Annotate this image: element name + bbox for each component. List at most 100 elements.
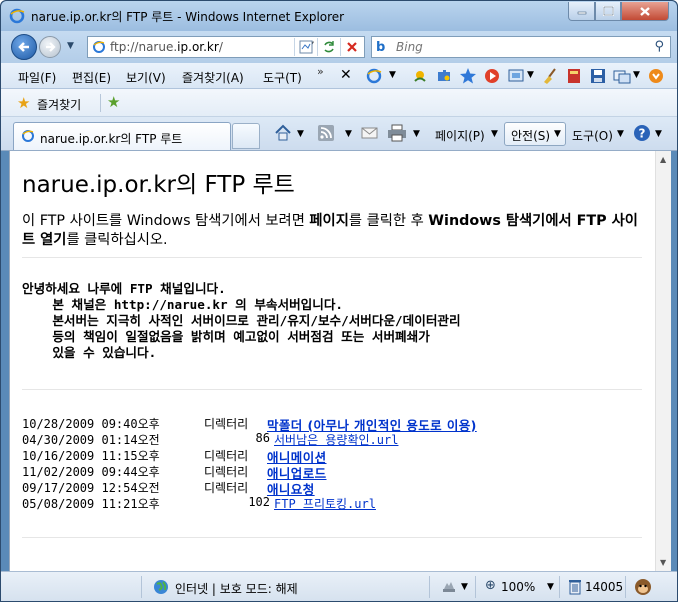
menu-favorites[interactable]: 즐겨찾기(A) <box>182 69 244 86</box>
screenshot-dropdown-icon[interactable]: ▼ <box>527 70 534 80</box>
home-dropdown-icon[interactable]: ▼ <box>297 129 304 139</box>
help-icon[interactable]: ? <box>633 124 651 142</box>
print-dropdown-icon[interactable]: ▼ <box>413 129 420 139</box>
scroll-down-icon[interactable]: ▼ <box>660 558 666 567</box>
menu-file[interactable]: 파일(F) <box>18 69 56 86</box>
book-icon[interactable] <box>565 67 583 85</box>
trash-icon[interactable] <box>567 578 583 596</box>
forward-button[interactable] <box>39 36 61 58</box>
window-layout-icon[interactable] <box>613 67 631 85</box>
close-icon <box>640 6 650 16</box>
options-circle-icon[interactable] <box>647 67 665 85</box>
mail-icon[interactable] <box>361 125 379 141</box>
minimize-button[interactable] <box>568 2 595 21</box>
search-input[interactable] <box>396 39 636 55</box>
divider <box>559 576 560 598</box>
home-icon[interactable] <box>273 123 293 143</box>
favorites-bar: ★ 즐겨찾기 ★ <box>1 89 677 117</box>
zoom-dropdown-icon[interactable]: ▼ <box>547 582 554 592</box>
compat-view-icon <box>299 40 312 54</box>
ie-window: narue.ip.or.kr의 FTP 루트 - Windows Interne… <box>0 0 678 602</box>
title-bar: narue.ip.or.kr의 FTP 루트 - Windows Interne… <box>1 1 677 31</box>
intro-text: 이 FTP 사이트를 Windows 탐색기에서 보려면 페이지를 클릭한 후 … <box>22 212 647 250</box>
menu-view[interactable]: 보기(V) <box>126 69 166 86</box>
print-icon[interactable] <box>387 124 407 142</box>
scroll-up-icon[interactable]: ▲ <box>660 155 666 164</box>
globe-icon <box>154 580 168 594</box>
tools-dropdown-icon[interactable]: ▼ <box>617 129 624 139</box>
menu-tools[interactable]: 도구(T) <box>263 69 302 86</box>
security-zone[interactable]: 인터넷 | 보호 모드: 해제 <box>175 580 298 597</box>
tools-menu[interactable]: 도구(O) <box>572 127 613 144</box>
file-size: 102 <box>248 495 270 509</box>
broom-icon[interactable] <box>541 67 559 85</box>
star-icon[interactable] <box>459 67 477 85</box>
add-favorite-icon[interactable]: ★ <box>107 93 120 111</box>
refresh-icon <box>323 41 334 53</box>
window-title: narue.ip.or.kr의 FTP 루트 - Windows Interne… <box>31 10 345 24</box>
ie-addon-icon[interactable] <box>365 67 383 85</box>
file-date: 09/17/2009 12:54오전 <box>22 481 160 495</box>
tab-active[interactable]: narue.ip.or.kr의 FTP 루트 <box>13 122 231 150</box>
popup-dropdown-icon[interactable]: ▼ <box>461 582 468 592</box>
feed-dropdown-icon[interactable]: ▼ <box>345 129 352 139</box>
address-row: ▼ ftp://narue.ip.or.kr/ ▼ b ⚲ <box>1 31 677 63</box>
divider <box>22 389 642 390</box>
puzzle-icon[interactable] <box>435 67 453 85</box>
tab-command-bar: narue.ip.or.kr의 FTP 루트 ▼ ▼ ▼ 페이지(P) ▼ 안전… <box>1 117 677 151</box>
layout-dropdown-icon[interactable]: ▼ <box>633 70 640 80</box>
page-content: narue.ip.or.kr의 FTP 루트 이 FTP 사이트를 Window… <box>9 151 655 571</box>
stop-button[interactable] <box>340 38 362 56</box>
favorites-button[interactable]: 즐겨찾기 <box>37 96 81 113</box>
close-toolbar-icon[interactable]: ✕ <box>340 67 352 83</box>
safety-dropdown-icon[interactable]: ▼ <box>554 129 561 139</box>
page-dropdown-icon[interactable]: ▼ <box>491 129 498 139</box>
zoom-icon[interactable]: ⊕ <box>485 578 496 593</box>
file-type: 디렉터리 <box>204 417 249 431</box>
minimize-icon <box>577 11 586 15</box>
file-date: 10/16/2009 11:15오후 <box>22 449 160 463</box>
messenger-icon[interactable] <box>411 67 429 85</box>
favorites-star-icon[interactable]: ★ <box>17 94 30 112</box>
menu-edit[interactable]: 편집(E) <box>72 69 111 86</box>
intro-part-3: 를 클릭하십시오. <box>66 232 168 248</box>
address-url[interactable]: ftp://narue.ip.or.kr/ <box>110 40 223 54</box>
page-menu[interactable]: 페이지(P) <box>435 127 485 144</box>
media-play-icon[interactable] <box>483 67 501 85</box>
welcome-message: 안녕하세요 나루에 FTP 채널입니다. 본 채널은 http://narue.… <box>22 281 461 360</box>
history-dropdown-icon[interactable]: ▼ <box>67 41 74 51</box>
compat-view-button[interactable] <box>294 38 316 56</box>
file-type: 디렉터리 <box>204 465 249 479</box>
screenshot-icon[interactable] <box>507 67 525 85</box>
search-icon[interactable]: ⚲ <box>654 39 664 54</box>
file-link[interactable]: 서버남은 용량확인.url <box>274 431 398 448</box>
vertical-scrollbar[interactable]: ▲ ▼ <box>655 151 671 571</box>
monkey-icon[interactable] <box>633 577 653 597</box>
search-box[interactable]: b ⚲ <box>371 36 671 58</box>
zoom-level[interactable]: 100% <box>501 580 535 594</box>
new-tab-button[interactable] <box>232 123 260 149</box>
safety-menu: 안전(S) <box>511 129 551 143</box>
rss-feed-icon[interactable] <box>317 124 335 142</box>
back-arrow-icon <box>18 42 29 52</box>
address-host: ip.or.kr <box>177 40 219 54</box>
address-suffix: / <box>218 40 223 54</box>
menu-bar: 파일(F) 편집(E) 보기(V) 즐겨찾기(A) 도구(T) » ✕ ▼ ▼ <box>1 63 677 89</box>
addon-dropdown-icon[interactable]: ▼ <box>389 70 396 80</box>
refresh-button[interactable] <box>317 38 339 56</box>
help-dropdown-icon[interactable]: ▼ <box>655 129 662 139</box>
save-icon[interactable] <box>589 67 607 85</box>
file-type: 디렉터리 <box>204 481 249 495</box>
address-bar[interactable]: ftp://narue.ip.or.kr/ ▼ <box>87 36 365 58</box>
file-date: 10/28/2009 09:40오후 <box>22 417 160 431</box>
maximize-button[interactable] <box>595 2 621 21</box>
file-link[interactable]: FTP 프리토킹.url <box>274 495 376 512</box>
chevron-right-icon[interactable]: » <box>317 65 324 78</box>
popup-blocker-icon[interactable] <box>441 579 457 595</box>
tab-page-icon <box>22 130 34 142</box>
back-button[interactable] <box>11 34 37 60</box>
divider <box>429 576 430 598</box>
close-button[interactable] <box>621 2 669 21</box>
address-prefix: ftp://narue. <box>110 40 178 54</box>
divider <box>475 576 476 598</box>
